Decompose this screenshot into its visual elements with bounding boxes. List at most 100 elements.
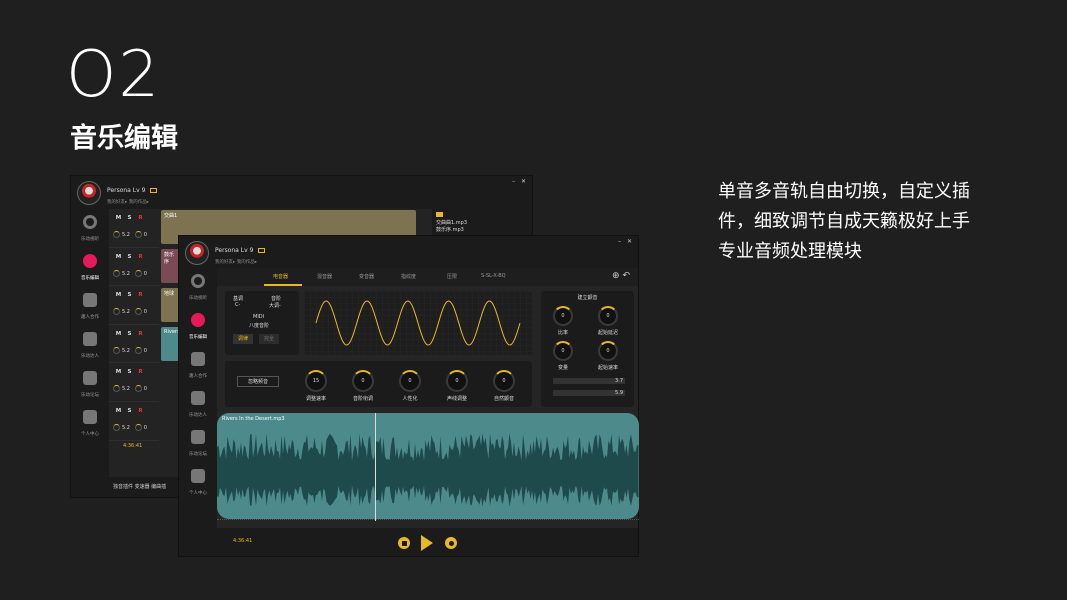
pitch-panel: 基调 C- 音阶 大调- MIDI 八度音阶 调律 完全 — [225, 291, 299, 355]
avatar[interactable] — [77, 181, 101, 205]
base-select[interactable]: C- — [235, 302, 240, 308]
sidebar-item-music-edit[interactable]: 音乐编辑 — [179, 307, 217, 346]
mode-select[interactable]: 大调- — [269, 302, 281, 309]
folder-icon[interactable] — [436, 212, 443, 217]
playhead[interactable] — [375, 413, 376, 521]
variable-knob[interactable]: 0 — [553, 341, 573, 361]
works-link[interactable]: 我的作品▸ — [129, 200, 149, 205]
mail-icon[interactable] — [258, 248, 266, 253]
mail-icon[interactable] — [150, 188, 158, 193]
play-button[interactable] — [421, 535, 433, 551]
scale-blend-knob[interactable]: 0 — [352, 370, 374, 392]
pan-knob[interactable] — [134, 269, 142, 277]
record-arm-button[interactable]: R — [135, 331, 146, 337]
track-control-row: MSR 5.2 0 — [109, 286, 159, 325]
headphones-icon — [83, 215, 97, 229]
window-controls[interactable]: – ✕ — [618, 238, 634, 245]
sidebar: 乐动视听 音乐编辑 趣人合作 乐动达人 乐动论坛 个人中心 — [71, 209, 109, 497]
pan-knob[interactable] — [134, 385, 142, 393]
sidebar-item-forum[interactable]: 乐动论坛 — [71, 365, 109, 404]
record-arm-button[interactable]: R — [135, 408, 146, 414]
friends-link[interactable]: 我的好友▸ — [107, 200, 127, 205]
music-edit-icon — [191, 313, 205, 327]
sidebar-item-listen[interactable]: 乐动视听 — [71, 209, 109, 248]
volume-knob[interactable] — [113, 346, 120, 354]
add-icon[interactable]: ⊕ — [612, 271, 620, 281]
solo-button[interactable]: S — [124, 369, 135, 375]
volume-knob[interactable] — [113, 269, 120, 277]
star-user-icon — [83, 332, 97, 346]
pan-knob[interactable] — [134, 346, 142, 354]
tab-mixer[interactable]: 混音器 — [317, 273, 332, 280]
stop-button[interactable] — [398, 537, 410, 549]
tab-voice-changer[interactable]: 变音器 — [359, 273, 374, 280]
sidebar-item-stars[interactable]: 乐动达人 — [179, 385, 217, 424]
profile-icon — [83, 410, 97, 424]
record-arm-button[interactable]: R — [135, 292, 146, 298]
solo-button[interactable]: S — [124, 215, 135, 221]
description-line: 专业音频处理模块 — [718, 241, 862, 262]
ignore-noise-button[interactable]: 忽略频音 — [237, 376, 279, 387]
volume-knob[interactable] — [113, 385, 120, 393]
tab-limiter[interactable]: 压限 — [447, 273, 457, 280]
file-item[interactable]: 交曲曲1.mp3 — [436, 220, 467, 226]
record-arm-button[interactable]: R — [135, 254, 146, 260]
record-arm-button[interactable]: R — [135, 215, 146, 221]
mute-button[interactable]: M — [113, 369, 124, 375]
tune-button[interactable]: 调律 — [233, 334, 253, 344]
works-link[interactable]: 我的作品▸ — [237, 260, 257, 265]
mute-button[interactable]: M — [113, 408, 124, 414]
solo-button[interactable]: S — [124, 292, 135, 298]
solo-button[interactable]: S — [124, 254, 135, 260]
sidebar-item-collab[interactable]: 趣人合作 — [71, 287, 109, 326]
mute-button[interactable]: M — [113, 292, 124, 298]
ratio-knob[interactable]: 0 — [553, 306, 573, 326]
username: Persona Lv 9 — [215, 247, 266, 254]
sidebar-item-forum[interactable]: 乐动论坛 — [179, 424, 217, 463]
solo-button[interactable]: S — [124, 408, 135, 414]
sidebar-item-stars[interactable]: 乐动达人 — [71, 326, 109, 365]
mute-button[interactable]: M — [113, 254, 124, 260]
track-control-row: MSR 5.2 0 — [109, 248, 159, 287]
friends-link[interactable]: 我的好友▸ — [215, 260, 235, 265]
window-controls[interactable]: – ✕ — [512, 178, 528, 185]
pan-knob[interactable] — [134, 308, 142, 316]
mute-button[interactable]: M — [113, 215, 124, 221]
start-rate-knob[interactable]: 0 — [598, 341, 618, 361]
sidebar-item-listen[interactable]: 乐动视听 — [179, 268, 217, 307]
front-editor-window: Persona Lv 9 我的好友▸ 我的作品▸ – ✕ 乐动视听 音乐编辑 趣… — [178, 235, 639, 557]
audio-track-clip[interactable]: Rivers In the Desert.mp3 — [217, 413, 639, 519]
slide-number: O2 — [66, 38, 162, 112]
transport-bar: 4:36:41 — [217, 528, 638, 556]
sidebar-item-music-edit[interactable]: 音乐编辑 — [71, 248, 109, 287]
sine-wave-graph — [304, 291, 532, 355]
pan-knob[interactable] — [134, 231, 142, 238]
solo-button[interactable]: S — [124, 331, 135, 337]
record-arm-button[interactable]: R — [135, 369, 146, 375]
voice-adjust-knob[interactable]: 0 — [446, 370, 468, 392]
timeline-ruler[interactable] — [217, 519, 639, 525]
tab-autotune[interactable]: 电音器 — [273, 273, 288, 280]
slider-2[interactable]: 5.9 — [553, 390, 625, 396]
record-button[interactable] — [445, 537, 457, 549]
mute-button[interactable]: M — [113, 331, 124, 337]
sidebar-item-profile[interactable]: 个人中心 — [179, 463, 217, 502]
vibrato-knob[interactable]: 0 — [493, 370, 515, 392]
tab-eq[interactable]: S-SL-X-BQ — [481, 273, 506, 279]
volume-knob[interactable] — [113, 423, 120, 431]
sidebar-item-collab[interactable]: 趣人合作 — [179, 346, 217, 385]
tab-fingerprint[interactable]: 指纹度 — [401, 273, 416, 280]
volume-knob[interactable] — [113, 308, 120, 316]
slider-1[interactable]: 3.7 — [553, 378, 625, 384]
rate-knob[interactable]: 15 — [305, 370, 327, 392]
start-delay-knob[interactable]: 0 — [598, 306, 618, 326]
avatar[interactable] — [185, 241, 209, 265]
sidebar-item-profile[interactable]: 个人中心 — [71, 404, 109, 443]
file-item[interactable]: 鼓乐序.mp3 — [436, 227, 464, 233]
pan-knob[interactable] — [134, 423, 142, 431]
volume-knob[interactable] — [113, 231, 120, 238]
chat-icon — [83, 371, 97, 385]
humanize-knob[interactable]: 0 — [399, 370, 421, 392]
back-icon[interactable]: ↶ — [622, 271, 630, 281]
full-button[interactable]: 完全 — [259, 334, 279, 344]
